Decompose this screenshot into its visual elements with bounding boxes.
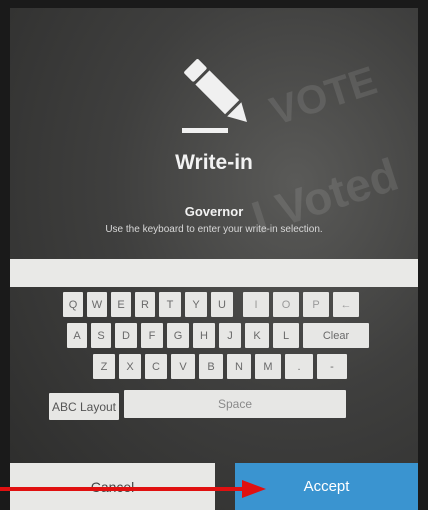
key-y[interactable]: Y <box>185 292 207 317</box>
key-n[interactable]: N <box>227 354 251 379</box>
key-u[interactable]: U <box>211 292 233 317</box>
key-x[interactable]: X <box>119 354 141 379</box>
key-j[interactable]: J <box>219 323 241 348</box>
key-z[interactable]: Z <box>93 354 115 379</box>
key-r[interactable]: R <box>135 292 155 317</box>
space-key[interactable]: Space <box>124 390 346 418</box>
key-hyphen[interactable]: - <box>317 354 347 379</box>
key-t[interactable]: T <box>159 292 181 317</box>
key-f[interactable]: F <box>141 323 163 348</box>
key-p[interactable]: P <box>303 292 329 317</box>
key-g[interactable]: G <box>167 323 189 348</box>
key-l[interactable]: L <box>273 323 299 348</box>
key-o[interactable]: O <box>273 292 299 317</box>
voting-screen: VOTE I Voted Write-in Governor Use the k… <box>10 8 418 510</box>
key-a[interactable]: A <box>67 323 87 348</box>
annotation-arrow <box>0 480 266 498</box>
key-s[interactable]: S <box>91 323 111 348</box>
key-e[interactable]: E <box>111 292 131 317</box>
contest-name: Governor <box>184 204 244 219</box>
key-b[interactable]: B <box>199 354 223 379</box>
page-title: Write-in <box>175 151 253 174</box>
key-v[interactable]: V <box>171 354 195 379</box>
pencil-icon <box>178 48 258 138</box>
key-q[interactable]: Q <box>63 292 83 317</box>
key-m[interactable]: M <box>255 354 281 379</box>
key-k[interactable]: K <box>245 323 269 348</box>
key-h[interactable]: H <box>193 323 215 348</box>
key-clear[interactable]: Clear <box>303 323 369 348</box>
key-i[interactable]: I <box>243 292 269 317</box>
abc-layout-button[interactable]: ABC Layout <box>49 393 119 420</box>
key-backspace[interactable]: ← <box>333 292 359 317</box>
key-d[interactable]: D <box>115 323 137 348</box>
key-period[interactable]: . <box>285 354 313 379</box>
writein-input[interactable] <box>10 259 418 287</box>
key-w[interactable]: W <box>87 292 107 317</box>
key-c[interactable]: C <box>145 354 167 379</box>
instructions-text: Use the keyboard to enter your write-in … <box>105 224 323 235</box>
